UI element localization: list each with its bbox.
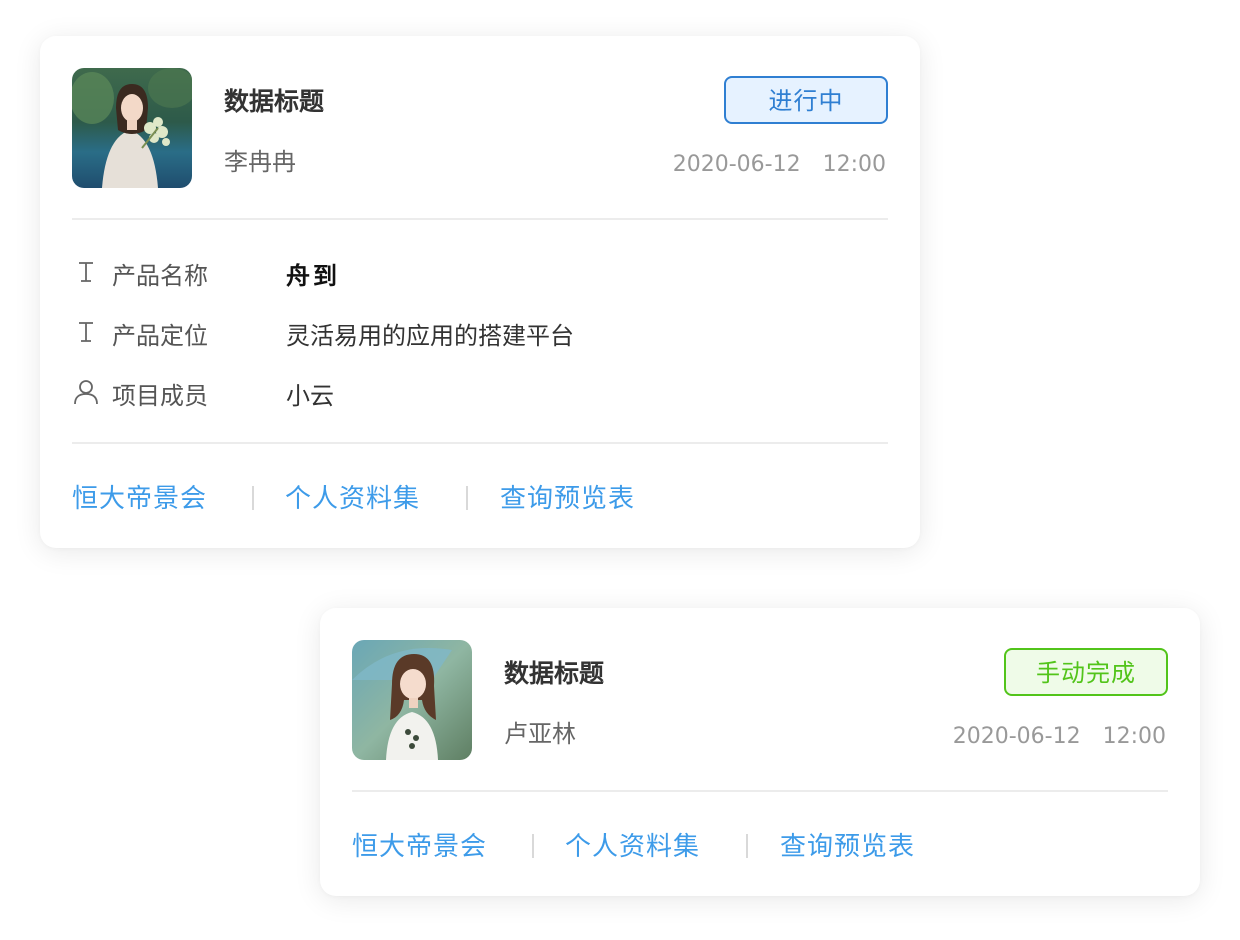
card-actions: 恒大帝景会 个人资料集 查询预览表: [72, 478, 888, 518]
divider: [352, 790, 1168, 792]
divider: [72, 442, 888, 444]
link-personal-profile[interactable]: 个人资料集: [285, 478, 420, 515]
link-query-preview[interactable]: 查询预览表: [780, 826, 915, 863]
separator: [746, 834, 748, 858]
link-query-preview[interactable]: 查询预览表: [500, 478, 635, 515]
owner-name: 卢亚林: [504, 720, 576, 748]
field-value: 小云: [286, 382, 334, 410]
date-text: 2020-06-12: [672, 152, 801, 177]
text-icon: [79, 322, 93, 342]
separator: [466, 486, 468, 510]
field-label: 项目成员: [112, 382, 208, 410]
avatar: [72, 68, 192, 188]
avatar: [352, 640, 472, 760]
link-hengda[interactable]: 恒大帝景会: [352, 826, 487, 863]
field-label: 产品定位: [112, 322, 208, 350]
text-icon: [79, 262, 93, 282]
status-badge: 手动完成: [1004, 648, 1168, 696]
project-card: 数据标题 卢亚林 手动完成 2020-06-12 12:00 恒大帝景会 个人资料…: [320, 608, 1200, 896]
status-badge: 进行中: [724, 76, 888, 124]
link-hengda[interactable]: 恒大帝景会: [72, 478, 207, 515]
time-text: 12:00: [1102, 724, 1166, 749]
field-product-positioning: 产品定位 灵活易用的应用的搭建平台: [72, 312, 888, 352]
field-value: 舟到: [286, 262, 340, 290]
field-project-members: 项目成员 小云: [72, 372, 888, 412]
card-actions: 恒大帝景会 个人资料集 查询预览表: [352, 826, 1168, 866]
card-title: 数据标题: [504, 659, 605, 688]
timestamp: 2020-06-12 12:00: [673, 152, 886, 177]
card-title: 数据标题: [224, 87, 325, 116]
timestamp: 2020-06-12 12:00: [953, 724, 1166, 749]
separator: [252, 486, 254, 510]
link-personal-profile[interactable]: 个人资料集: [565, 826, 700, 863]
separator: [532, 834, 534, 858]
field-product-name: 产品名称 舟到: [72, 252, 888, 292]
field-label: 产品名称: [112, 262, 208, 290]
owner-name: 李冉冉: [224, 148, 296, 176]
divider: [72, 218, 888, 220]
field-value: 灵活易用的应用的搭建平台: [286, 322, 574, 350]
time-text: 12:00: [822, 152, 886, 177]
user-icon: [74, 380, 98, 405]
date-text: 2020-06-12: [952, 724, 1081, 749]
project-card: 数据标题 李冉冉 进行中 2020-06-12 12:00 产品名称 舟到 产品定…: [40, 36, 920, 548]
